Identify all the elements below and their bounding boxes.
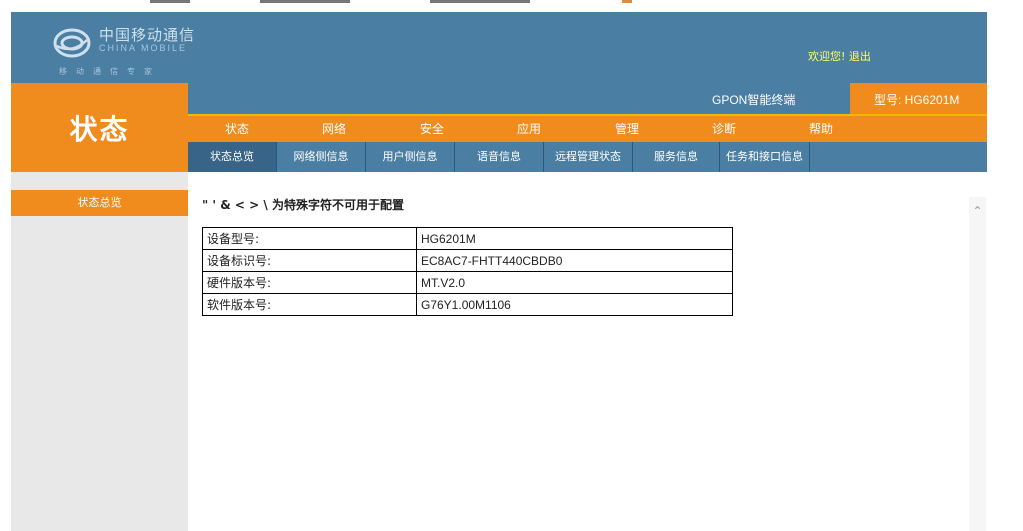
row-value: MT.V2.0 bbox=[416, 271, 733, 294]
brand-name-en: CHINA MOBILE bbox=[99, 43, 188, 53]
brand-slogan: 移动通信专家 bbox=[59, 67, 161, 76]
main-nav-help[interactable]: 帮助 bbox=[791, 120, 851, 137]
scroll-up-icon[interactable]: ⌃ bbox=[971, 205, 984, 217]
sub-nav-remote-mgmt-status[interactable]: 远程管理状态 bbox=[544, 142, 633, 172]
sub-nav-service-info[interactable]: 服务信息 bbox=[633, 142, 720, 172]
page-header: 中国移动通信 CHINA MOBILE 移动通信专家 欢迎您! 退出 bbox=[11, 12, 987, 83]
page-title: 状态 bbox=[69, 113, 130, 146]
brand-name-cn: 中国移动通信 bbox=[99, 26, 196, 44]
model-label: 型号: HG6201M bbox=[874, 93, 960, 107]
main-content: " ' & < > \ 为特殊字符不可用于配置 设备型号: HG6201M 设备… bbox=[188, 172, 987, 531]
strip-mark bbox=[150, 0, 190, 3]
strip-mark bbox=[260, 0, 350, 3]
strip-mark bbox=[622, 0, 632, 3]
china-mobile-logo-icon bbox=[53, 28, 91, 58]
china-mobile-logo: 中国移动通信 CHINA MOBILE 移动通信专家 bbox=[53, 22, 213, 78]
row-key: 设备型号: bbox=[202, 227, 417, 250]
main-nav-diagnostics[interactable]: 诊断 bbox=[694, 120, 754, 137]
special-char-notice: " ' & < > \ 为特殊字符不可用于配置 bbox=[202, 198, 404, 212]
sub-nav-status-overview[interactable]: 状态总览 bbox=[188, 142, 277, 172]
sidebar: 状态总览 bbox=[11, 172, 188, 531]
vertical-scrollbar[interactable]: ⌃ bbox=[969, 197, 986, 531]
main-nav-security[interactable]: 安全 bbox=[402, 120, 462, 137]
section-title-block: 状态 bbox=[11, 83, 188, 172]
table-row: 设备型号: HG6201M bbox=[202, 227, 733, 250]
strip-mark bbox=[430, 0, 530, 3]
main-nav-management[interactable]: 管理 bbox=[597, 120, 657, 137]
logout-link[interactable]: 退出 bbox=[849, 50, 871, 63]
table-row: 软件版本号: G76Y1.00M1106 bbox=[202, 293, 733, 316]
main-nav: 状态 网络 安全 应用 管理 诊断 帮助 bbox=[188, 114, 987, 142]
browser-top-strip bbox=[0, 0, 1023, 12]
welcome-area: 欢迎您! 退出 bbox=[808, 48, 871, 64]
sidebar-item-status-overview[interactable]: 状态总览 bbox=[11, 190, 188, 216]
sub-nav-task-interface-info[interactable]: 任务和接口信息 bbox=[720, 142, 810, 172]
row-value: HG6201M bbox=[416, 227, 733, 250]
sub-nav-network-info[interactable]: 网络侧信息 bbox=[277, 142, 366, 172]
table-row: 设备标识号: EC8AC7-FHTT440CBDB0 bbox=[202, 249, 733, 272]
row-key: 硬件版本号: bbox=[202, 271, 417, 294]
welcome-text: 欢迎您! bbox=[808, 50, 846, 63]
sub-nav-user-info[interactable]: 用户侧信息 bbox=[366, 142, 455, 172]
device-info-table: 设备型号: HG6201M 设备标识号: EC8AC7-FHTT440CBDB0… bbox=[202, 227, 733, 316]
row-key: 软件版本号: bbox=[202, 293, 417, 316]
row-key: 设备标识号: bbox=[202, 249, 417, 272]
product-bar: GPON智能终端 型号: HG6201M bbox=[188, 83, 987, 114]
row-value: EC8AC7-FHTT440CBDB0 bbox=[416, 249, 733, 272]
sub-nav: 状态总览 网络侧信息 用户侧信息 语音信息 远程管理状态 服务信息 任务和接口信… bbox=[188, 142, 987, 172]
sub-nav-voice-info[interactable]: 语音信息 bbox=[455, 142, 544, 172]
product-name: GPON智能终端 bbox=[712, 93, 796, 107]
model-box: 型号: HG6201M bbox=[850, 83, 987, 114]
row-value: G76Y1.00M1106 bbox=[416, 293, 733, 316]
main-nav-status[interactable]: 状态 bbox=[207, 120, 267, 137]
main-nav-network[interactable]: 网络 bbox=[304, 120, 364, 137]
main-nav-application[interactable]: 应用 bbox=[499, 120, 559, 137]
table-row: 硬件版本号: MT.V2.0 bbox=[202, 271, 733, 294]
router-admin-page: 中国移动通信 CHINA MOBILE 移动通信专家 欢迎您! 退出 状态 GP… bbox=[11, 12, 987, 531]
